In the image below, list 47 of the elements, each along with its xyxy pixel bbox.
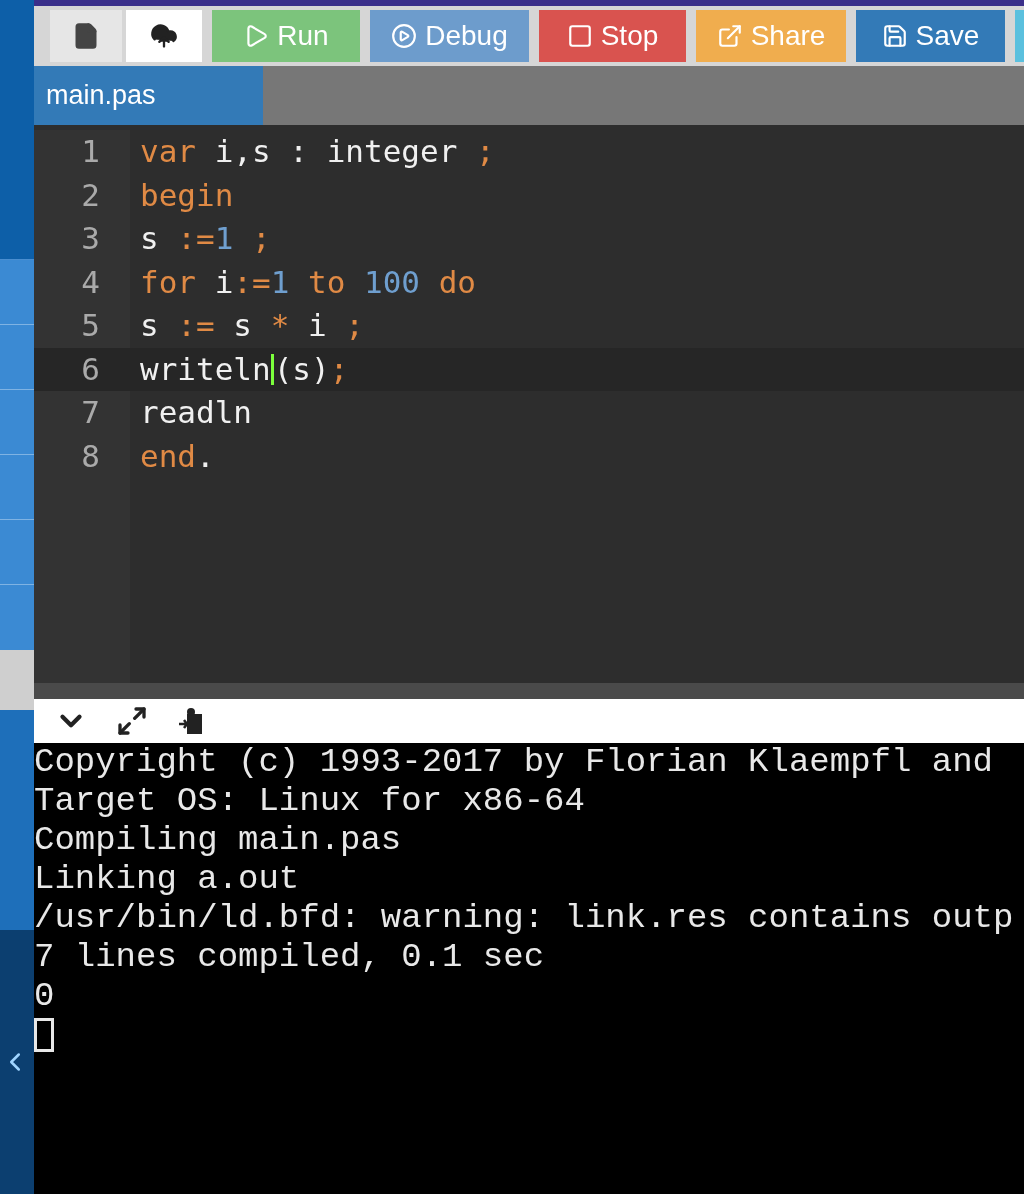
- console-line: Linking a.out: [34, 860, 300, 899]
- run-button[interactable]: Run: [212, 10, 360, 62]
- text-cursor: [270, 353, 274, 385]
- console-line: Target OS: Linux for x86-64: [34, 782, 585, 821]
- new-file-button[interactable]: [50, 10, 122, 62]
- code-line: end.: [140, 436, 215, 476]
- sidebar-item[interactable]: [0, 520, 34, 585]
- code-editor[interactable]: 1 2 3 4 5 6 7 8 var i,s : integer ; begin s :=1 ; for i:=1 to 100 do s := s * i ; writeln(s); readln end.: [34, 125, 1024, 683]
- code-line: for i:=1 to 100 do: [140, 262, 476, 302]
- console-line: 0: [34, 977, 55, 1016]
- cloud-upload-icon: [150, 22, 178, 50]
- line-number: 2: [81, 175, 100, 215]
- sidebar-item[interactable]: [0, 585, 34, 650]
- console-line: Compiling main.pas: [34, 821, 402, 860]
- sidebar-item[interactable]: [0, 650, 34, 710]
- line-number: 3: [81, 219, 100, 258]
- sidebar-item[interactable]: [0, 390, 34, 455]
- code-line: var i,s : integer ;: [140, 132, 495, 171]
- code-line: writeln(s);: [140, 349, 349, 389]
- line-number: 6: [81, 349, 100, 389]
- code-line: readln: [140, 393, 252, 432]
- share-icon: [716, 23, 743, 49]
- sidebar-item[interactable]: [0, 325, 34, 390]
- sidebar-item[interactable]: [0, 0, 34, 260]
- code-line: s := s * i ;: [140, 306, 364, 345]
- console-line: /usr/bin/ld.bfd: warning: link.res contains outp: [34, 899, 1014, 938]
- upload-button[interactable]: [126, 10, 202, 62]
- console-line: Copyright (c) 1993-2017 by Florian Klaempfl and: [34, 743, 993, 782]
- save-icon: [881, 23, 908, 49]
- save-button[interactable]: Save: [856, 10, 1005, 62]
- line-number: 7: [81, 393, 100, 432]
- expand-icon[interactable]: [116, 705, 148, 737]
- stop-button[interactable]: Stop: [539, 10, 686, 62]
- code-line: s :=1 ;: [140, 219, 271, 258]
- circle-play-icon: [391, 23, 418, 49]
- sidebar-item[interactable]: [0, 455, 34, 520]
- sidebar-item[interactable]: [0, 260, 34, 325]
- line-number: 4: [81, 262, 100, 302]
- sidebar-item[interactable]: [0, 710, 34, 930]
- debug-button[interactable]: Debug: [370, 10, 529, 62]
- square-icon: [566, 23, 593, 49]
- line-number: 1: [81, 132, 100, 171]
- line-number: 5: [81, 306, 100, 345]
- console-line: 7 lines compiled, 0.1 sec: [34, 938, 545, 977]
- file-tab[interactable]: main.pas: [34, 66, 263, 125]
- line-number: 8: [81, 436, 100, 476]
- code-line: begin: [140, 175, 234, 215]
